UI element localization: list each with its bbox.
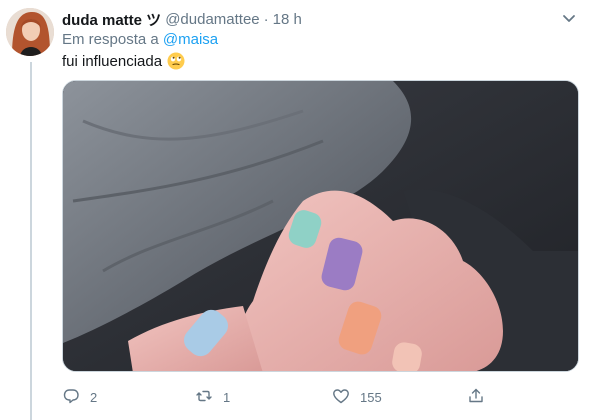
reply-button[interactable]: 2: [62, 385, 97, 409]
avatar[interactable]: [6, 8, 54, 56]
reply-context: Em resposta a @maisa: [62, 31, 218, 48]
separator-dot: ·: [263, 10, 269, 28]
tweet-header: duda matte ツ @dudamattee · 18 h: [62, 9, 579, 29]
avatar-image: [6, 8, 54, 56]
like-button[interactable]: 155: [332, 385, 382, 409]
chevron-down-icon[interactable]: [559, 9, 579, 29]
author-name[interactable]: duda matte ツ: [62, 9, 161, 30]
retweet-button[interactable]: 1: [195, 385, 230, 409]
reply-mention-link[interactable]: @maisa: [163, 31, 218, 48]
share-icon: [467, 387, 485, 408]
author-handle[interactable]: @dudamattee: [165, 11, 259, 28]
tweet-actions: 2 1 155: [62, 385, 502, 409]
photo-hand-painted-nails: [63, 81, 578, 371]
reply-count: 2: [90, 389, 98, 405]
heart-icon: [332, 387, 350, 408]
retweet-count: 1: [223, 389, 231, 405]
rolling-eyes-emoji-icon: [167, 52, 185, 70]
thread-line: [30, 62, 32, 420]
tweet-photo[interactable]: [62, 80, 579, 372]
tweet-text: fui influenciada: [62, 52, 185, 70]
tweet-timestamp[interactable]: 18 h: [273, 11, 302, 28]
share-button[interactable]: [467, 385, 485, 409]
like-count: 155: [360, 389, 382, 405]
reply-prefix: Em resposta a: [62, 31, 159, 48]
tweet-text-content: fui influenciada: [62, 52, 163, 70]
reply-icon: [62, 387, 80, 408]
retweet-icon: [195, 387, 213, 408]
